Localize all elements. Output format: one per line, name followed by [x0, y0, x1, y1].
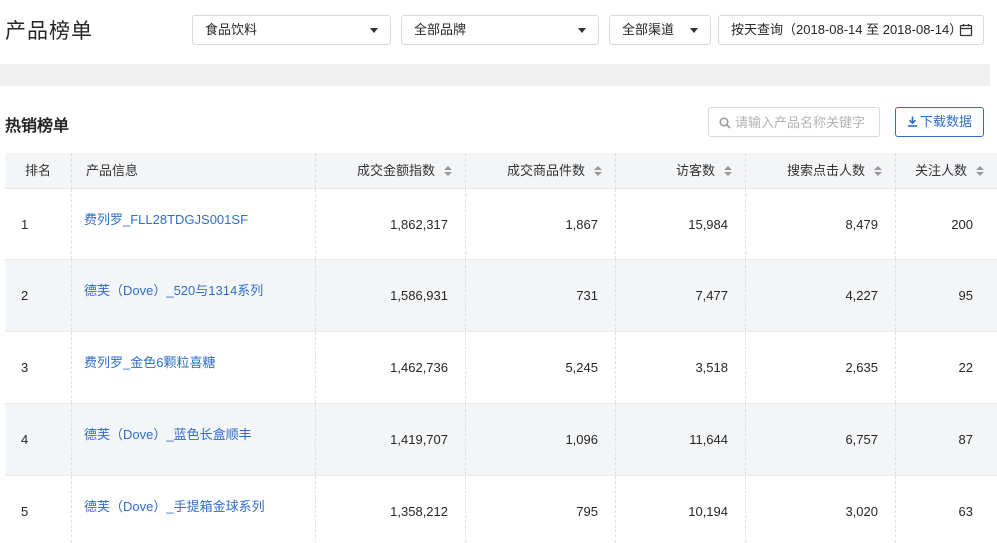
visitors-cell: 3,518: [616, 332, 746, 403]
items-cell: 795: [466, 476, 616, 543]
product-cell: 德芙（Dove）_手提箱金球系列: [72, 476, 316, 543]
product-link[interactable]: 德芙（Dove）_520与1314系列: [84, 283, 263, 298]
col-search-clicks-label: 搜索点击人数: [786, 163, 865, 178]
table-row: 5 德芙（Dove）_手提箱金球系列 1,358,212 795 10,194 …: [5, 476, 997, 543]
col-items-label: 成交商品件数: [506, 163, 585, 178]
search-icon: [719, 117, 731, 129]
sort-icon[interactable]: [594, 166, 602, 177]
download-button[interactable]: 下载数据: [895, 107, 984, 137]
product-link[interactable]: 德芙（Dove）_蓝色长盒顺丰: [84, 427, 252, 442]
search-clicks-cell: 6,757: [746, 404, 896, 475]
date-range-picker[interactable]: 按天查询（2018-08-14 至 2018-08-14）: [718, 15, 984, 45]
followers-cell: 22: [958, 360, 973, 375]
col-visitors-label: 访客数: [675, 163, 715, 178]
product-cell: 费列罗_金色6颗粒喜糖: [72, 332, 316, 403]
items-cell: 1,096: [466, 404, 616, 475]
sort-icon[interactable]: [444, 166, 452, 177]
col-amount-label: 成交金额指数: [356, 163, 435, 178]
rank-cell: 2: [5, 260, 72, 331]
items-cell: 1,867: [466, 189, 616, 259]
download-label: 下载数据: [919, 114, 972, 129]
col-followers-label: 关注人数: [914, 163, 967, 178]
col-amount-header[interactable]: 成交金额指数: [316, 153, 466, 188]
amount-cell: 1,419,707: [316, 404, 466, 475]
visitors-cell: 11,644: [616, 404, 746, 475]
category-select[interactable]: 食品饮料: [192, 15, 391, 45]
product-cell: 费列罗_FLL28TDGJS001SF: [72, 189, 316, 259]
followers-cell: 87: [958, 432, 973, 447]
caret-down-icon: [578, 28, 586, 33]
col-product-header: 产品信息: [72, 153, 316, 188]
followers-cell: 95: [958, 288, 973, 303]
sort-icon[interactable]: [976, 166, 984, 177]
caret-down-icon: [690, 28, 698, 33]
search-clicks-cell: 2,635: [746, 332, 896, 403]
table-header: 排名 产品信息 成交金额指数 成交商品件数 访客数 搜索点击人数 关注人数: [5, 153, 997, 189]
rank-cell: 5: [5, 476, 72, 543]
sort-icon[interactable]: [724, 166, 732, 177]
col-rank-header: 排名: [5, 153, 72, 188]
search-input[interactable]: [735, 108, 875, 136]
rank-cell: 1: [5, 189, 72, 259]
search-clicks-cell: 4,227: [746, 260, 896, 331]
calendar-icon: [959, 24, 973, 37]
download-icon: [907, 116, 918, 127]
items-cell: 731: [466, 260, 616, 331]
search-box[interactable]: [708, 107, 880, 137]
visitors-cell: 10,194: [616, 476, 746, 543]
followers-cell: 200: [951, 217, 973, 232]
rank-cell: 4: [5, 404, 72, 475]
table-row: 4 德芙（Dove）_蓝色长盒顺丰 1,419,707 1,096 11,644…: [5, 404, 997, 476]
hot-sales-table: 排名 产品信息 成交金额指数 成交商品件数 访客数 搜索点击人数 关注人数 1 …: [5, 153, 997, 543]
section-divider: [0, 64, 990, 86]
followers-cell: 63: [958, 504, 973, 519]
visitors-cell: 7,477: [616, 260, 746, 331]
product-cell: 德芙（Dove）_蓝色长盒顺丰: [72, 404, 316, 475]
col-followers-header[interactable]: 关注人数: [896, 153, 997, 188]
caret-down-icon: [370, 28, 378, 33]
sort-icon[interactable]: [874, 166, 882, 177]
visitors-cell: 15,984: [616, 189, 746, 259]
search-clicks-cell: 3,020: [746, 476, 896, 543]
product-cell: 德芙（Dove）_520与1314系列: [72, 260, 316, 331]
category-select-value: 食品饮料: [205, 22, 258, 37]
product-link[interactable]: 费列罗_金色6颗粒喜糖: [84, 355, 215, 370]
date-range-label: 按天查询（2018-08-14 至 2018-08-14）: [731, 22, 963, 37]
product-link[interactable]: 费列罗_FLL28TDGJS001SF: [84, 212, 248, 227]
section-title: 热销榜单: [5, 118, 70, 135]
col-visitors-header[interactable]: 访客数: [616, 153, 746, 188]
brand-select-value: 全部品牌: [414, 22, 467, 37]
brand-select[interactable]: 全部品牌: [401, 15, 599, 45]
table-row: 1 费列罗_FLL28TDGJS001SF 1,862,317 1,867 15…: [5, 189, 997, 260]
table-row: 3 费列罗_金色6颗粒喜糖 1,462,736 5,245 3,518 2,63…: [5, 332, 997, 404]
amount-cell: 1,862,317: [316, 189, 466, 259]
top-bar: 产品榜单 食品饮料 全部品牌 全部渠道 按天查询（2018-08-14 至 20…: [0, 0, 997, 64]
amount-cell: 1,462,736: [316, 332, 466, 403]
col-search-clicks-header[interactable]: 搜索点击人数: [746, 153, 896, 188]
col-items-header[interactable]: 成交商品件数: [466, 153, 616, 188]
channel-select-value: 全部渠道: [622, 22, 675, 37]
page-title: 产品榜单: [5, 20, 93, 43]
amount-cell: 1,586,931: [316, 260, 466, 331]
search-clicks-cell: 8,479: [746, 189, 896, 259]
amount-cell: 1,358,212: [316, 476, 466, 543]
items-cell: 5,245: [466, 332, 616, 403]
table-row: 2 德芙（Dove）_520与1314系列 1,586,931 731 7,47…: [5, 260, 997, 332]
product-link[interactable]: 德芙（Dove）_手提箱金球系列: [84, 499, 265, 514]
channel-select[interactable]: 全部渠道: [609, 15, 711, 45]
rank-cell: 3: [5, 332, 72, 403]
